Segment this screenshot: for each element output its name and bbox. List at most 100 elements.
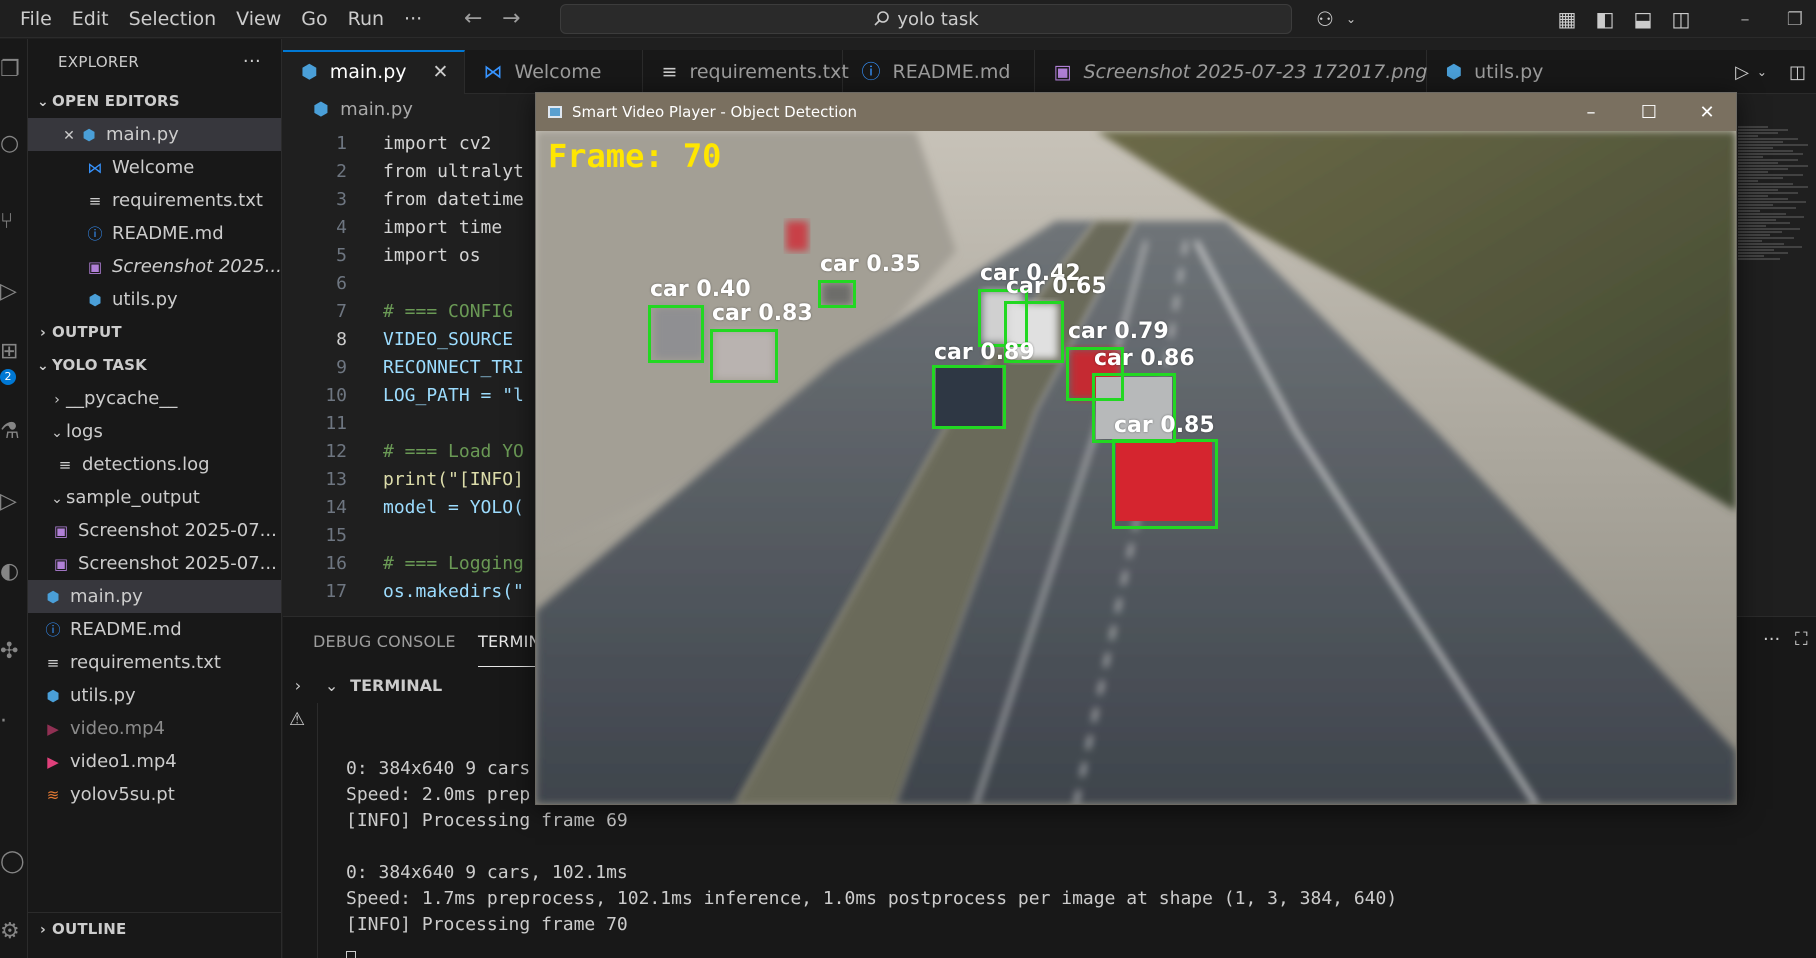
chevron-down-icon: ⌄ xyxy=(37,94,49,110)
menu-run[interactable]: Run xyxy=(338,0,394,38)
menu-edit[interactable]: Edit xyxy=(62,0,119,38)
tree-file[interactable]: ▶ video1.mp4 xyxy=(28,745,281,778)
detection-label: car 0.40 xyxy=(650,277,751,302)
tab-debug-console[interactable]: DEBUG CONSOLE xyxy=(313,617,456,667)
tree-file[interactable]: ≡ requirements.txt xyxy=(28,646,281,679)
tree-folder[interactable]: ⌄ sample_output xyxy=(28,481,281,514)
run-icon[interactable]: ▷ xyxy=(1735,62,1749,83)
run-debug-icon[interactable]: ▷ xyxy=(0,279,28,304)
back-arrow-icon[interactable]: ← xyxy=(454,6,492,31)
tree-file[interactable]: ≋ yolov5su.pt xyxy=(28,778,281,811)
text-file-icon: ≡ xyxy=(661,61,678,83)
command-center[interactable]: yolo task xyxy=(560,4,1292,34)
python-icon: ⬢ xyxy=(46,687,60,705)
detection-box xyxy=(818,280,856,308)
tab-screenshot[interactable]: ▣ Screenshot 2025-07-23 172017.png xyxy=(1035,50,1427,94)
tab-terminal[interactable]: TERMIN xyxy=(478,617,541,667)
source-control-icon[interactable]: ⑂ xyxy=(0,209,28,234)
model-file-icon: ≋ xyxy=(46,786,60,804)
open-editor-item[interactable]: ✕ ⬢ main.py xyxy=(28,118,281,151)
tree-file[interactable]: ▶ video.mp4 xyxy=(28,712,281,745)
settings-gear-icon[interactable]: ⚙ xyxy=(0,919,28,944)
testing-icon[interactable]: ⚗ xyxy=(0,419,28,444)
minimize-icon[interactable]: – xyxy=(1720,9,1770,30)
project-section[interactable]: ⌄ YOLO TASK xyxy=(28,349,281,382)
minimap[interactable] xyxy=(1738,125,1816,375)
video-window-titlebar[interactable]: Smart Video Player - Object Detection – … xyxy=(536,93,1736,131)
code-line: 7 # === CONFIG xyxy=(336,301,514,322)
chevron-down-icon[interactable]: ⌄ xyxy=(1344,12,1358,26)
account-icon[interactable]: ◯ xyxy=(0,849,28,874)
terminal-line: [INFO] Processing frame 70 xyxy=(346,914,628,935)
extension-puzzle-icon[interactable]: ✣ xyxy=(0,639,28,664)
search-icon xyxy=(874,11,890,26)
chevron-down-icon: ⌄ xyxy=(51,425,63,441)
notification-badge: 2 xyxy=(0,369,16,385)
menu-file[interactable]: File xyxy=(0,0,62,38)
toggle-panel-icon[interactable]: ⬓ xyxy=(1624,7,1662,31)
vscode-icon: ⋈ xyxy=(87,159,103,177)
remote-icon[interactable]: ▷ xyxy=(0,489,28,514)
minimize-icon[interactable]: – xyxy=(1562,102,1620,123)
menu-view[interactable]: View xyxy=(226,0,291,38)
docker-icon[interactable]: ◐ xyxy=(0,559,28,584)
maximize-panel-icon[interactable]: ⛶ xyxy=(1795,629,1808,650)
search-activity-icon[interactable]: ○ xyxy=(0,131,28,156)
open-editor-item[interactable]: ⬢ utils.py xyxy=(28,283,281,316)
close-icon[interactable]: ✕ xyxy=(433,61,449,83)
chevron-right-icon: › xyxy=(294,676,302,695)
split-editor-icon[interactable]: ◫ xyxy=(1789,62,1806,83)
tree-file[interactable]: ⬢ utils.py xyxy=(28,679,281,712)
tab-requirements[interactable]: ≡ requirements.txt xyxy=(643,50,849,94)
detection-label: car 0.89 xyxy=(934,340,1035,365)
tree-file[interactable]: ≡ detections.log xyxy=(28,448,281,481)
code-line: 3 from datetime xyxy=(336,189,524,210)
toggle-secondary-sidebar-icon[interactable]: ◫ xyxy=(1662,7,1700,31)
tab-main-py[interactable]: ⬢ main.py ✕ xyxy=(283,50,466,94)
video-window-title: Smart Video Player - Object Detection xyxy=(572,103,858,121)
customize-layout-icon[interactable]: ▦ xyxy=(1548,7,1586,31)
code-line: 13 print("[INFO] xyxy=(325,469,524,490)
open-editors-section[interactable]: ⌄ OPEN EDITORS xyxy=(28,85,281,118)
tree-file[interactable]: ▣ Screenshot 2025-07... xyxy=(28,514,281,547)
chevron-down-icon[interactable]: ⌄ xyxy=(1757,65,1767,79)
python-icon: ⬢ xyxy=(1445,61,1463,83)
open-editor-item[interactable]: ⋈ Welcome xyxy=(28,151,281,184)
outline-section[interactable]: › OUTLINE xyxy=(28,912,281,945)
explorer-title: EXPLORER ··· xyxy=(28,39,281,85)
video-player-window[interactable]: Smart Video Player - Object Detection – … xyxy=(535,92,1737,805)
explorer-more-icon[interactable]: ··· xyxy=(243,39,261,85)
open-editor-item[interactable]: ⓘ README.md xyxy=(28,217,281,250)
tree-folder[interactable]: › __pycache__ xyxy=(28,382,281,415)
toggle-primary-sidebar-icon[interactable]: ◧ xyxy=(1586,7,1624,31)
more-actions-icon[interactable]: ··· xyxy=(1763,629,1780,650)
close-icon[interactable]: ✕ xyxy=(60,120,78,151)
open-editor-item[interactable]: ≡ requirements.txt xyxy=(28,184,281,217)
detection-label: car 0.85 xyxy=(1114,413,1215,438)
code-line: 2 from ultralyt xyxy=(336,161,524,182)
breadcrumb[interactable]: ⬢ main.py xyxy=(313,99,413,120)
tree-file[interactable]: ▣ Screenshot 2025-07... xyxy=(28,547,281,580)
tree-folder[interactable]: ⌄ logs xyxy=(28,415,281,448)
open-editor-item[interactable]: ▣ Screenshot 2025... xyxy=(28,250,281,283)
menu-more[interactable]: ··· xyxy=(394,0,432,38)
close-icon[interactable]: ✕ xyxy=(1678,102,1736,123)
tab-utils[interactable]: ⬢ utils.py xyxy=(1427,50,1559,94)
terminal-cursor xyxy=(346,951,356,958)
restore-icon[interactable]: ❐ xyxy=(1770,9,1816,30)
menu-selection[interactable]: Selection xyxy=(119,0,227,38)
explorer-icon[interactable]: ❐ xyxy=(0,57,28,82)
extensions-icon[interactable]: ⊞ xyxy=(0,339,28,364)
chevron-down-icon: ⌄ xyxy=(324,676,339,695)
explorer-sidebar: EXPLORER ··· ⌄ OPEN EDITORS ✕ ⬢ main.py ⋈ We… xyxy=(28,39,282,958)
forward-arrow-icon[interactable]: → xyxy=(492,6,530,31)
maximize-icon[interactable]: ☐ xyxy=(1620,102,1678,123)
menu-go[interactable]: Go xyxy=(291,0,337,38)
output-section[interactable]: › OUTPUT xyxy=(28,316,281,349)
tree-file[interactable]: ⬢ main.py xyxy=(28,580,281,613)
tab-welcome[interactable]: ⋈ Welcome xyxy=(465,50,644,94)
copilot-icon[interactable]: ⚇ xyxy=(1306,7,1344,31)
image-icon: ▣ xyxy=(53,522,69,540)
tab-readme[interactable]: ⓘ README.md xyxy=(843,50,1036,94)
tree-file[interactable]: ⓘ README.md xyxy=(28,613,281,646)
